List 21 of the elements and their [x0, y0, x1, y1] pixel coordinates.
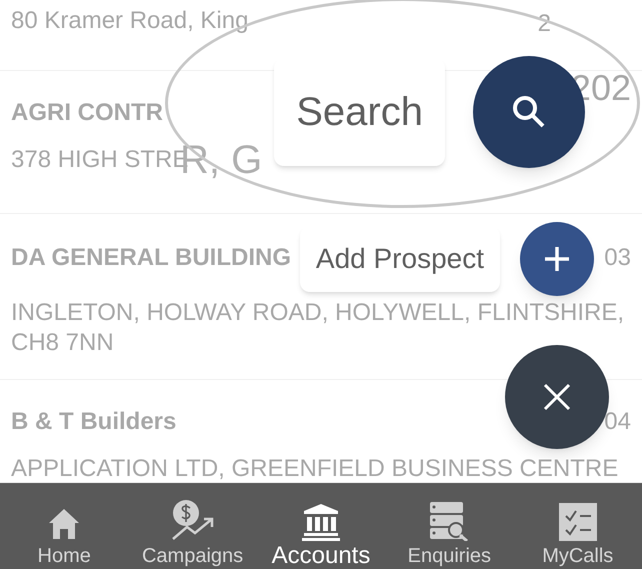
nav-tab[interactable]: Home [4, 505, 124, 569]
action-label[interactable]: Add Prospect [300, 226, 500, 292]
close-icon [543, 383, 571, 411]
action-label[interactable]: Search [274, 58, 445, 166]
nav-tab[interactable]: Accounts [260, 503, 381, 569]
list-search-icon [429, 501, 470, 541]
account-code: 03 [604, 243, 631, 273]
account-address: INGLETON, HOLWAY ROAD, HOLYWELL, FLINTSHIRE, CH8 7NN [11, 298, 626, 358]
nav-tab[interactable]: Enquiries [389, 501, 510, 569]
account-address: APPLICATION LTD, GREENFIELD BUSINESS CENTRE [11, 454, 618, 483]
nav-tab[interactable]: MyCalls [518, 503, 638, 569]
account-name: AGRI CONTR [11, 98, 163, 128]
dollar-chart-icon [170, 499, 216, 541]
checklist-icon [558, 503, 597, 541]
account-name: B & T Builders [11, 407, 176, 437]
bank-icon [302, 503, 340, 541]
plus-icon [544, 246, 570, 272]
nav-tab[interactable]: Campaigns [132, 499, 253, 569]
search-icon [512, 95, 546, 129]
account-name: DA GENERAL BUILDING [11, 243, 292, 273]
account-code: 04 [604, 407, 631, 437]
